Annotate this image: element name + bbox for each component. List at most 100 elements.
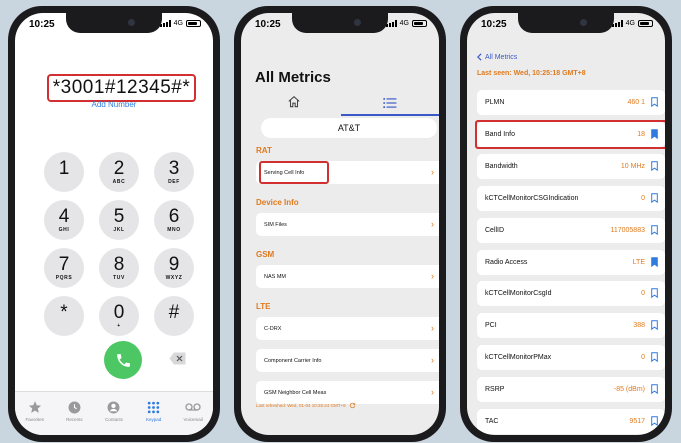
key-6[interactable]: 6 MNO — [154, 200, 194, 240]
phone-serving-cell: 10:25 4G All Metrics Last seen: Wed, 10:… — [460, 6, 672, 442]
person-icon — [108, 401, 120, 413]
metric-label: CellID — [485, 226, 505, 234]
delete-button[interactable] — [169, 352, 186, 365]
call-button[interactable] — [104, 341, 142, 379]
status-time: 10:25 — [255, 19, 281, 30]
key-8[interactable]: 8 TUV — [99, 248, 139, 288]
tab-recents[interactable]: Recents — [56, 399, 92, 435]
metric-row[interactable]: Bandwidth 10 MHz — [477, 153, 665, 179]
key-hash[interactable]: # — [154, 296, 194, 336]
metric-row[interactable]: TAC 9517 — [477, 409, 665, 434]
network-type: 4G — [625, 20, 635, 27]
section-rat: RAT — [256, 146, 272, 155]
battery-icon — [638, 20, 653, 27]
metric-row[interactable]: CellID 117005883 — [477, 217, 665, 243]
metric-label: kCTCellMonitorCsgId — [485, 290, 552, 298]
tab-voicemail[interactable]: Voicemail — [175, 399, 211, 435]
metric-label: PCI — [485, 322, 497, 330]
metric-label: Radio Access — [485, 258, 528, 266]
tab-contacts[interactable]: Contacts — [96, 399, 132, 435]
key-3[interactable]: 3 DEF — [154, 152, 194, 192]
metric-label: NAS MM — [264, 273, 286, 280]
bookmark-icon[interactable] — [651, 224, 658, 235]
metric-row-nas-mm[interactable]: NAS MM › — [256, 265, 439, 288]
metric-row[interactable]: PLMN 460 1 — [477, 90, 665, 115]
chevron-right-icon: › — [431, 167, 434, 177]
bookmark-icon[interactable] — [651, 288, 658, 299]
key-star[interactable]: * — [44, 296, 84, 336]
bookmark-icon[interactable] — [651, 97, 658, 107]
chevron-left-icon — [477, 53, 482, 61]
dial-number-display: *3001#12345#* — [47, 74, 196, 102]
key-0[interactable]: 0 + — [99, 296, 139, 336]
metric-value: 9517 — [629, 418, 645, 425]
phone-all-metrics: 10:25 4G All Metrics AT&T RAT Serving Ce… — [234, 6, 446, 442]
metric-row[interactable]: kCTCellMonitorCSGIndication 0 — [477, 185, 665, 211]
metric-row[interactable]: kCTCellMonitorCsgId 0 — [477, 281, 665, 307]
home-icon — [288, 96, 300, 108]
status-time: 10:25 — [481, 19, 507, 30]
bookmark-icon[interactable] — [651, 352, 658, 363]
metric-row-sim-files[interactable]: SIM Files › — [256, 213, 439, 236]
bookmark-icon[interactable] — [651, 256, 658, 267]
key-2[interactable]: 2 ABC — [99, 152, 139, 192]
keypad: 1 2 ABC 3 DEF 4 GHI 5 JKL 6 MNO 7 PQRS 8 TUV 9W… — [44, 152, 196, 336]
metric-row-c-drx[interactable]: C-DRX › — [256, 317, 439, 340]
metric-value: 117005883 — [610, 226, 645, 234]
metric-label: RSRP — [485, 386, 505, 394]
section-device-info: Device Info — [256, 198, 299, 207]
key-4[interactable]: 4 GHI — [44, 200, 84, 240]
back-button[interactable]: All Metrics — [477, 53, 517, 61]
key-7[interactable]: 7 PQRS — [44, 248, 84, 288]
refresh-icon[interactable] — [349, 402, 356, 409]
chevron-right-icon: › — [431, 387, 434, 397]
section-lte: LTE — [256, 302, 271, 311]
key-5[interactable]: 5 JKL — [99, 200, 139, 240]
highlight-box — [475, 119, 665, 149]
clock-icon — [68, 401, 81, 413]
carrier-selector[interactable]: AT&T — [261, 118, 437, 138]
metric-value: 460 1 — [627, 99, 645, 106]
metrics-screen: 10:25 4G All Metrics AT&T RAT Serving Ce… — [241, 13, 439, 435]
highlight-box — [259, 161, 329, 184]
bookmark-icon[interactable] — [651, 192, 658, 203]
tab-list[interactable] — [383, 96, 397, 114]
bookmark-icon[interactable] — [651, 161, 658, 171]
keypad-icon — [147, 401, 160, 413]
last-refreshed: Last refreshed: Wed, 01-04 10:25:24 GMT+… — [256, 402, 356, 409]
metric-row[interactable]: PCI 388 — [477, 313, 665, 339]
metric-row[interactable]: RSRP -85 (dBm) — [477, 377, 665, 403]
notch — [292, 13, 388, 33]
metric-label: TAC — [485, 418, 499, 425]
metric-row[interactable]: kCTCellMonitorPMax 0 — [477, 345, 665, 371]
bookmark-icon[interactable] — [651, 320, 658, 331]
tab-keypad[interactable]: Keypad — [136, 399, 172, 435]
metric-row-component-carrier-info[interactable]: Component Carrier Info › — [256, 349, 439, 372]
key-9[interactable]: 9 WXYZ — [154, 248, 194, 288]
metric-row-gsm-neighbor-cell-meas[interactable]: GSM Neighbor Cell Meas › — [256, 381, 439, 404]
chevron-right-icon: › — [431, 271, 434, 281]
metric-label: kCTCellMonitorPMax — [485, 354, 552, 362]
network-type: 4G — [173, 20, 183, 27]
bookmark-icon[interactable] — [651, 384, 658, 395]
metric-label: kCTCellMonitorCSGIndication — [485, 194, 579, 202]
dialer-screen: 10:25 4G *3001#12345#* Add Number 1 2 ABC… — [15, 13, 213, 435]
chevron-right-icon: › — [431, 219, 434, 229]
bookmark-icon[interactable] — [651, 416, 658, 426]
star-icon — [28, 401, 41, 413]
metric-label: C-DRX — [264, 325, 282, 332]
key-1[interactable]: 1 — [44, 152, 84, 192]
tab-favorites[interactable]: Favorites — [17, 399, 53, 435]
view-tabs — [241, 93, 439, 117]
active-tab-indicator — [341, 114, 439, 116]
tab-home[interactable] — [287, 95, 301, 114]
list-icon — [383, 97, 397, 109]
metric-row[interactable]: Radio Access LTE — [477, 249, 665, 275]
backspace-icon — [169, 352, 186, 365]
metric-label: PLMN — [485, 99, 505, 106]
metric-value: -85 (dBm) — [613, 386, 645, 394]
metric-value: 0 — [641, 354, 645, 362]
battery-icon — [186, 20, 201, 27]
add-number-link[interactable]: Add Number — [15, 100, 213, 109]
metric-value: LTE — [632, 258, 645, 266]
